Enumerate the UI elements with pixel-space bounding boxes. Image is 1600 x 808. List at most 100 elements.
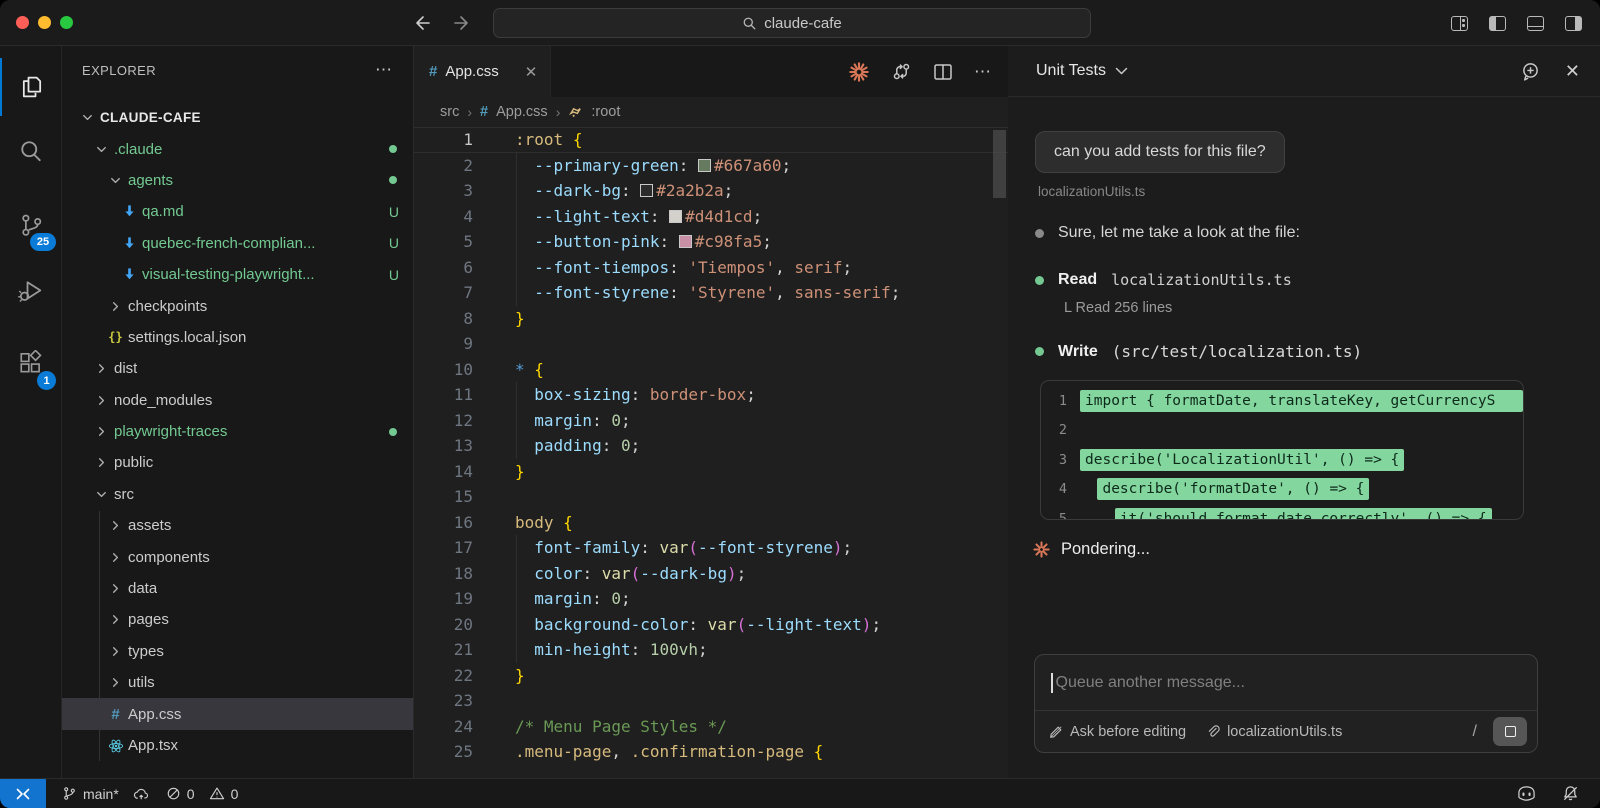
code-line[interactable]: 1:root { (414, 127, 1008, 153)
command-center-search[interactable]: claude-cafe (493, 8, 1091, 38)
code-line[interactable]: 22} (414, 663, 1008, 689)
tree-item-pages[interactable]: pages (62, 604, 413, 635)
color-swatch[interactable] (669, 209, 683, 223)
tree-item-claude-cafe[interactable]: CLAUDE-CAFE (62, 102, 413, 133)
editor-more-actions-icon[interactable]: ⋯ (974, 62, 992, 82)
code-line[interactable]: 19 margin: 0; (414, 586, 1008, 612)
tree-item-visual-testing-playwright-[interactable]: visual-testing-playwright... U (62, 259, 413, 290)
breadcrumb-file[interactable]: App.css (496, 104, 548, 120)
copilot-icon[interactable] (1516, 784, 1537, 803)
chat-input-placeholder[interactable]: Queue another message... (1056, 674, 1245, 692)
code-line[interactable]: 7 --font-styrene: 'Styrene', sans-serif; (414, 280, 1008, 306)
code-line[interactable]: 2 --primary-green: #667a60; (414, 152, 1008, 179)
tree-item-assets[interactable]: assets (62, 510, 413, 541)
chevron-down-icon[interactable] (1115, 67, 1128, 76)
code-line[interactable]: 13 padding: 0; (414, 433, 1008, 459)
tree-item-checkpoints[interactable]: checkpoints (62, 290, 413, 321)
tree-item-src[interactable]: src (62, 479, 413, 510)
new-chat-icon[interactable] (1520, 61, 1541, 82)
forward-arrow-icon[interactable] (450, 14, 470, 32)
customize-layout-icon[interactable] (1451, 15, 1468, 31)
tree-item-app-css[interactable]: # App.css (62, 698, 413, 730)
open-changes-icon[interactable] (891, 61, 912, 82)
git-status-badge: U (388, 266, 399, 283)
tree-item-app-tsx[interactable]: App.tsx (62, 730, 413, 761)
tree-item-dist[interactable]: dist (62, 353, 413, 384)
code-line[interactable]: 6 --font-tiempos: 'Tiempos', serif; (414, 254, 1008, 281)
code-line[interactable]: 15 (414, 484, 1008, 510)
claude-starburst-icon[interactable] (848, 61, 870, 83)
code-line[interactable]: 16 body { (414, 510, 1008, 536)
extensions-activity-icon[interactable]: 1 (0, 334, 62, 392)
slash-command-button[interactable]: / (1473, 723, 1477, 741)
tree-item-qa-md[interactable]: qa.md U (62, 196, 413, 227)
git-branch-item[interactable]: main* (62, 786, 150, 802)
code-line[interactable]: 14} (414, 459, 1008, 485)
code-line[interactable]: 20 background-color: var(--light-text); (414, 611, 1008, 638)
tree-item-node-modules[interactable]: node_modules (62, 385, 413, 416)
code-line[interactable]: 24/* Menu Page Styles */ (414, 714, 1008, 740)
toggle-primary-sidebar-icon[interactable] (1489, 15, 1506, 31)
source-control-activity-icon[interactable]: 25 (0, 196, 62, 254)
diff-code-block[interactable]: 1 import { formatDate, translateKey, getC… (1040, 380, 1524, 520)
explorer-more-actions-icon[interactable]: ⋯ (375, 60, 393, 80)
tree-item-utils[interactable]: utils (62, 667, 413, 698)
stop-button[interactable] (1493, 717, 1527, 746)
code-line[interactable]: 4 --light-text: #d4d1cd; (414, 203, 1008, 230)
attached-file-chip[interactable]: localizationUtils.ts (1206, 724, 1342, 740)
code-line[interactable]: 9 (414, 331, 1008, 357)
tree-item-agents[interactable]: agents (62, 165, 413, 196)
toggle-panel-icon[interactable] (1527, 15, 1544, 31)
tree-item--claude[interactable]: .claude (62, 133, 413, 164)
color-swatch[interactable] (698, 158, 712, 172)
search-activity-icon[interactable] (0, 122, 62, 180)
tree-item-playwright-traces[interactable]: playwright-traces (62, 416, 413, 447)
tree-item-data[interactable]: data (62, 573, 413, 604)
tree-item-components[interactable]: components (62, 541, 413, 572)
permission-mode-selector[interactable]: Ask before editing (1049, 724, 1186, 740)
tree-item-quebec-french-complian-[interactable]: quebec-french-complian... U (62, 228, 413, 259)
minimize-window-button[interactable] (38, 16, 51, 29)
claude-spinner-icon (1033, 541, 1050, 558)
run-debug-activity-icon[interactable] (0, 262, 62, 320)
code-line[interactable]: 11 box-sizing: border-box; (414, 382, 1008, 408)
explorer-activity-icon[interactable] (0, 58, 62, 116)
code-line[interactable]: 21 min-height: 100vh; (414, 637, 1008, 663)
chat-header: Unit Tests ✕ (1008, 46, 1600, 97)
remote-indicator[interactable] (0, 778, 46, 808)
write-tool-call[interactable]: Write (src/test/localization.ts) (1035, 342, 1580, 361)
tab-close-icon[interactable]: ✕ (525, 63, 538, 81)
code-line[interactable]: 23 (414, 688, 1008, 714)
tab-app-css[interactable]: # App.css ✕ (414, 46, 552, 97)
color-swatch[interactable] (640, 184, 654, 197)
editor-scrollbar[interactable] (993, 130, 1006, 198)
split-editor-icon[interactable] (933, 63, 953, 81)
problems-item[interactable]: 0 0 (166, 786, 238, 802)
close-panel-icon[interactable]: ✕ (1565, 61, 1580, 82)
read-tool-call[interactable]: Read localizationUtils.ts (1035, 271, 1580, 289)
code-line[interactable]: 5 --button-pink: #c98fa5; (414, 229, 1008, 255)
close-window-button[interactable] (16, 16, 29, 29)
breadcrumb-symbol[interactable]: :root (591, 104, 620, 120)
toggle-secondary-sidebar-icon[interactable] (1565, 15, 1582, 31)
maximize-window-button[interactable] (60, 16, 73, 29)
code-line[interactable]: 3 --dark-bg: #2a2b2a; (414, 178, 1008, 204)
publish-sync-icon[interactable] (133, 787, 150, 801)
chat-input-box[interactable]: Queue another message... Ask before edit… (1034, 654, 1538, 753)
tree-item-types[interactable]: types (62, 636, 413, 667)
code-editor[interactable]: 1:root {2 --primary-green: #667a60; 3 --d… (414, 127, 1008, 778)
tree-item-settings-local-json[interactable]: {} settings.local.json (62, 322, 413, 353)
code-line[interactable]: 17 font-family: var(--font-styrene); (414, 535, 1008, 561)
code-line[interactable]: 8} (414, 306, 1008, 332)
code-line[interactable]: 12 margin: 0; (414, 407, 1008, 434)
code-line[interactable]: 18 color: var(--dark-bg); (414, 560, 1008, 587)
color-swatch[interactable] (678, 235, 692, 248)
breadcrumb-folder[interactable]: src (440, 104, 459, 120)
breadcrumb[interactable]: src › # App.css › :root (414, 97, 1008, 127)
notifications-muted-icon[interactable] (1561, 784, 1580, 803)
back-arrow-icon[interactable] (412, 14, 432, 32)
remote-icon (16, 788, 30, 799)
code-line[interactable]: 25 .menu-page, .confirmation-page { (414, 739, 1008, 765)
tree-item-public[interactable]: public (62, 447, 413, 478)
code-line[interactable]: 10 * { (414, 357, 1008, 383)
